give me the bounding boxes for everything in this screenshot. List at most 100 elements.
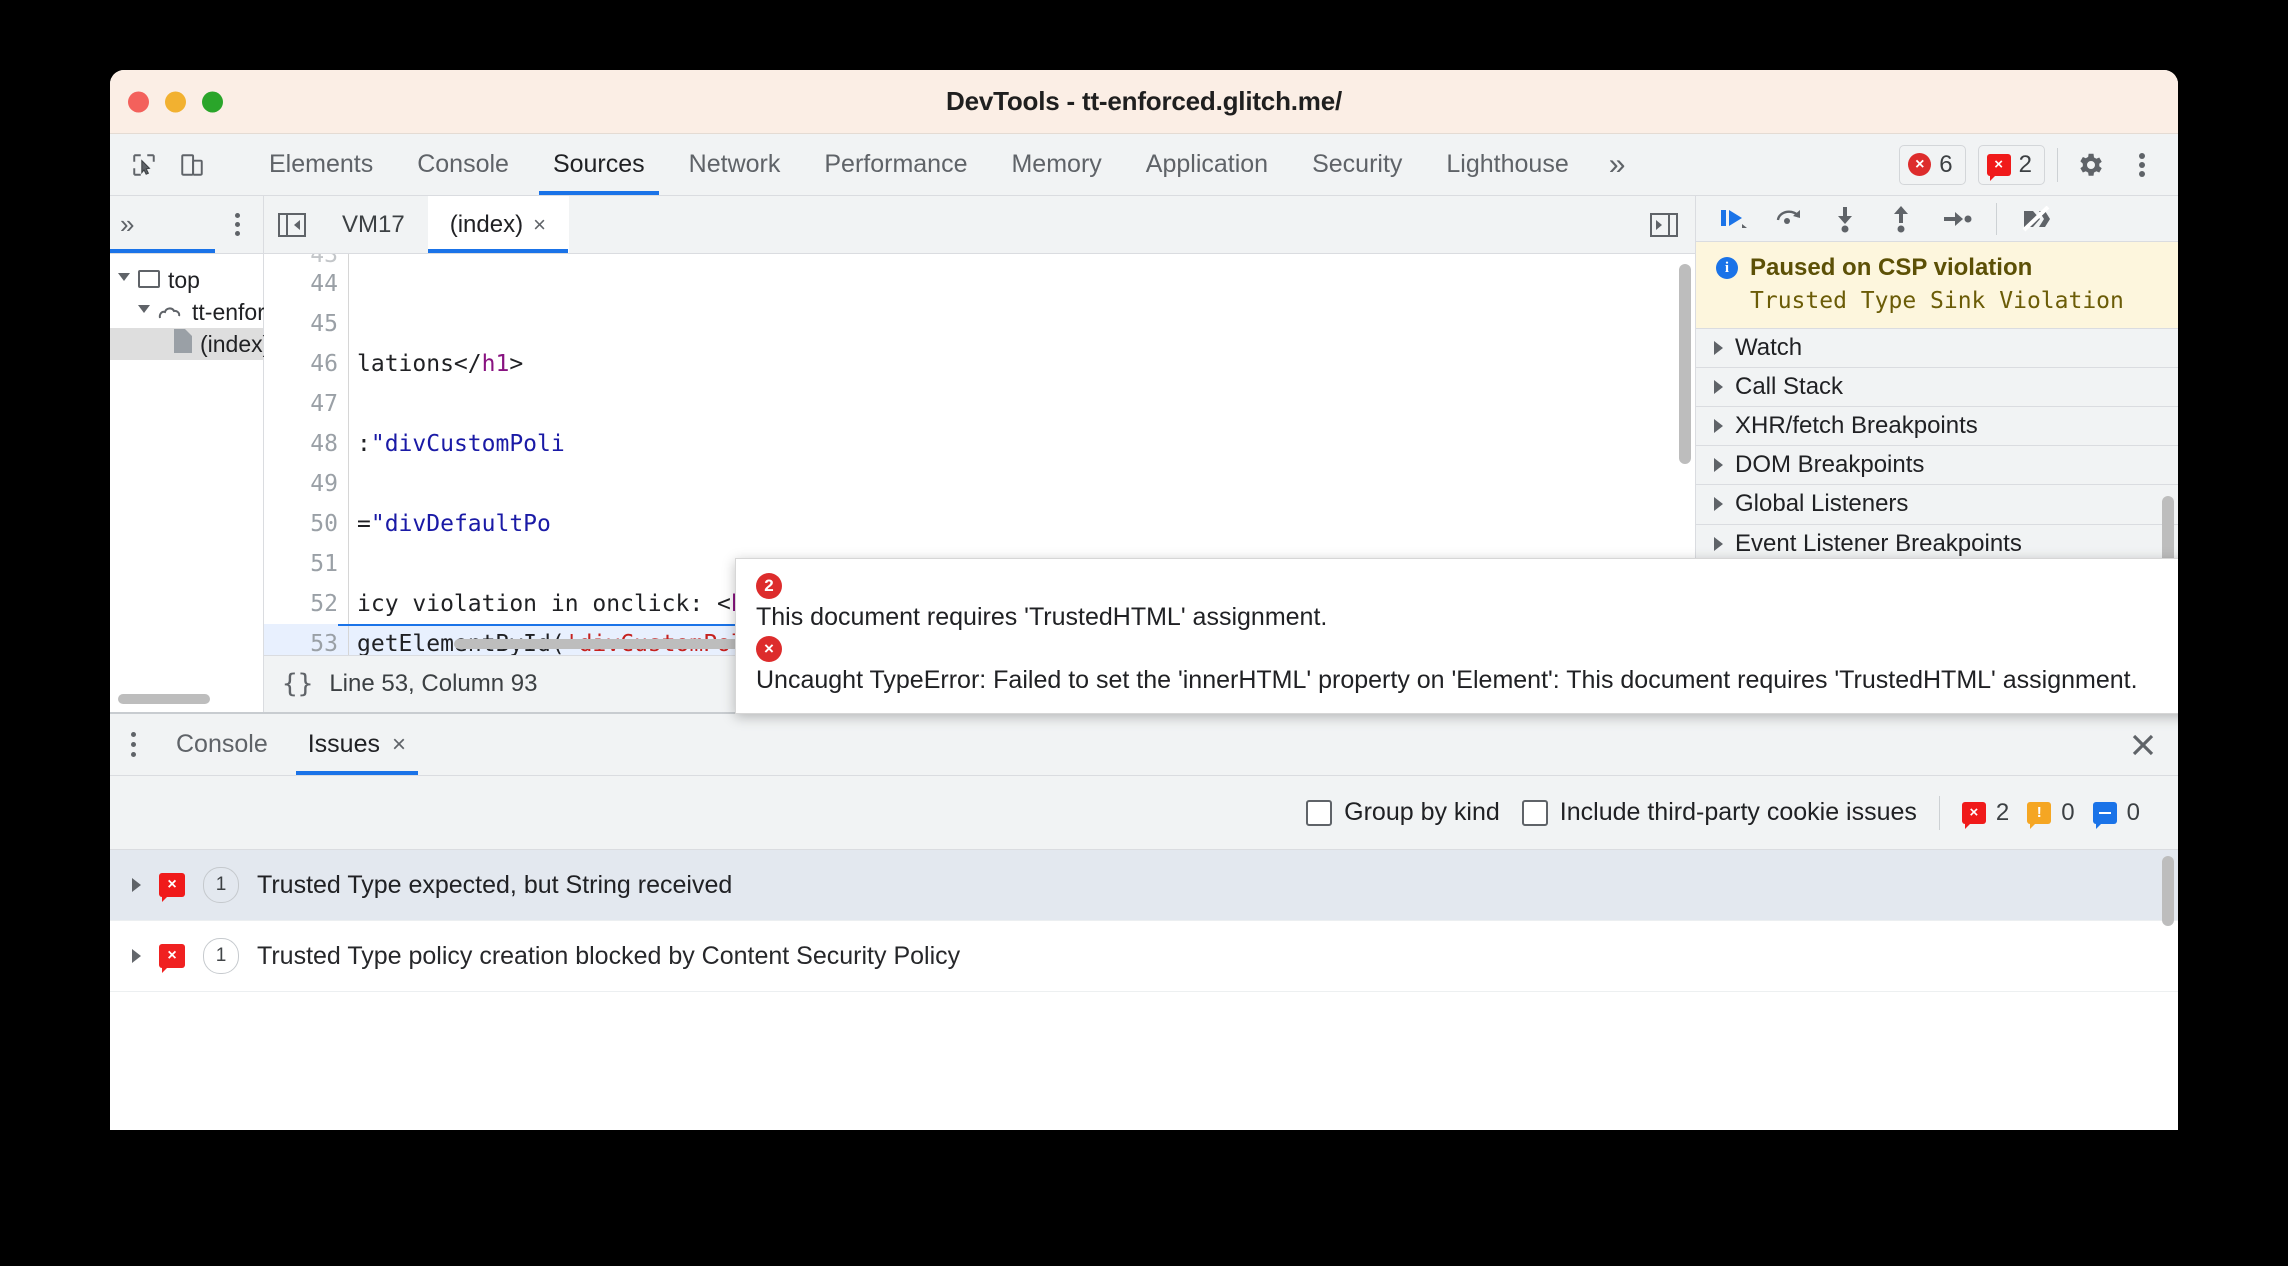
drawer-tab-issues[interactable]: Issues ×: [288, 714, 426, 775]
tab-elements[interactable]: Elements: [247, 134, 395, 195]
editor-tabstrip: VM17 (index) ×: [264, 196, 1695, 254]
paused-banner: i Paused on CSP violation Trusted Type S…: [1696, 242, 2178, 330]
editor-tab-vm17[interactable]: VM17: [320, 196, 428, 253]
window-titlebar: DevTools - tt-enforced.glitch.me/: [110, 70, 2178, 134]
editor-tab-index[interactable]: (index) ×: [427, 196, 569, 253]
editor-tab-label: VM17: [342, 210, 405, 238]
editor-tab-label: (index): [449, 210, 524, 238]
step-into-icon[interactable]: [1822, 198, 1868, 240]
section-label: XHR/fetch Breakpoints: [1735, 412, 1978, 440]
paused-subtitle: Trusted Type Sink Violation: [1750, 288, 2124, 315]
tab-application[interactable]: Application: [1124, 134, 1290, 195]
devtools-drawer: Console Issues × Group by kind Include t…: [110, 712, 2178, 1078]
step-over-icon[interactable]: [1766, 198, 1812, 240]
device-toggle-icon[interactable]: [172, 145, 212, 185]
maximize-window-button[interactable]: [202, 91, 223, 112]
issues-vertical-scrollbar[interactable]: [2162, 856, 2174, 926]
navigator-horizontal-scrollbar[interactable]: [118, 694, 210, 704]
page-tree: top tt-enforce (index): [110, 254, 289, 360]
pretty-print-icon[interactable]: {}: [282, 669, 313, 699]
code-line: 43: [264, 254, 1695, 264]
issues-info-count: 0: [2126, 798, 2140, 826]
expand-sidebar-icon[interactable]: [1633, 196, 1695, 253]
screenshot-root: DevTools - tt-enforced.glitch.me/ Elemen…: [0, 0, 2288, 1266]
tab-performance[interactable]: Performance: [802, 134, 989, 195]
chevron-right-icon: [1714, 380, 1723, 395]
chevron-right-icon[interactable]: [132, 949, 141, 963]
step-out-icon[interactable]: [1878, 198, 1924, 240]
inspect-cursor-icon[interactable]: [124, 145, 164, 185]
window-title: DevTools - tt-enforced.glitch.me/: [946, 86, 1342, 116]
line-text: ="divDefaultPo: [357, 511, 551, 537]
tooltip-count-badge: 2: [756, 573, 782, 599]
tab-sources[interactable]: Sources: [531, 134, 667, 195]
section-label: Watch: [1735, 334, 1803, 362]
code-line: 47: [264, 384, 1695, 424]
toolbar-right-divider: [2057, 147, 2058, 182]
close-icon[interactable]: ×: [392, 731, 406, 759]
more-tabs-icon[interactable]: »: [1591, 134, 1644, 195]
section-label: Call Stack: [1735, 373, 1844, 401]
issues-count-button[interactable]: × 2: [1977, 144, 2045, 185]
console-error-count-button[interactable]: × 6: [1899, 144, 1966, 185]
debugger-section-dom-breakpoints[interactable]: DOM Breakpoints: [1696, 446, 2178, 486]
toolbar-left-icons: [110, 134, 247, 195]
debugger-section-global-listeners[interactable]: Global Listeners: [1696, 485, 2178, 525]
step-icon[interactable]: [1934, 198, 1980, 240]
drawer-close-button[interactable]: [2108, 714, 2178, 775]
resume-icon[interactable]: [1710, 198, 1756, 240]
gear-icon[interactable]: [2070, 145, 2110, 185]
debugger-section-call-stack[interactable]: Call Stack: [1696, 368, 2178, 408]
close-window-button[interactable]: [128, 91, 149, 112]
chevron-right-icon[interactable]: [132, 878, 141, 892]
close-icon[interactable]: ×: [533, 212, 546, 238]
drawer-tab-console[interactable]: Console: [156, 714, 288, 775]
deactivate-breakpoints-icon[interactable]: [2013, 198, 2059, 240]
gutter-divider: [348, 384, 349, 424]
include-third-party-cookie-issues-checkbox[interactable]: Include third-party cookie issues: [1521, 798, 1917, 827]
line-number: 46: [310, 351, 338, 377]
tab-memory[interactable]: Memory: [989, 134, 1123, 195]
devtools-window: DevTools - tt-enforced.glitch.me/ Elemen…: [110, 70, 2178, 1130]
chevron-right-icon: [1714, 536, 1723, 551]
gutter-divider: [348, 304, 349, 344]
checkbox-label: Group by kind: [1344, 798, 1500, 826]
gutter-divider: [348, 544, 349, 584]
line-number: 49: [310, 471, 338, 497]
issue-count-badge: 1: [203, 867, 239, 903]
paused-title-row: i Paused on CSP violation: [1716, 254, 2178, 282]
editor-vertical-scrollbar[interactable]: [1679, 264, 1691, 464]
line-number: 44: [310, 271, 338, 297]
issues-toolbar: Group by kind Include third-party cookie…: [110, 776, 2178, 850]
issue-row[interactable]: × 1 Trusted Type policy creation blocked…: [110, 921, 2178, 992]
issue-row[interactable]: × 1 Trusted Type expected, but String re…: [110, 850, 2178, 921]
tree-item-label: (index): [200, 330, 271, 357]
debugger-section-watch[interactable]: Watch: [1696, 329, 2178, 369]
debugger-toolbar: [1696, 196, 2178, 243]
drawer-tab-label: Console: [176, 730, 268, 758]
debugger-section-xhr-breakpoints[interactable]: XHR/fetch Breakpoints: [1696, 407, 2178, 447]
navigator-menu-icon[interactable]: [223, 208, 251, 242]
minimize-window-button[interactable]: [165, 91, 186, 112]
tab-lighthouse[interactable]: Lighthouse: [1424, 134, 1590, 195]
tab-console[interactable]: Console: [395, 134, 531, 195]
tab-security[interactable]: Security: [1290, 134, 1424, 195]
kebab-menu-icon[interactable]: [2122, 145, 2162, 185]
tree-item-tt-enforce[interactable]: tt-enforce: [110, 296, 289, 328]
drawer-menu-icon[interactable]: [110, 714, 156, 775]
navigator-more-icon[interactable]: »: [120, 209, 134, 240]
issue-title: Trusted Type policy creation blocked by …: [257, 941, 961, 970]
cursor-position-label: Line 53, Column 93: [329, 670, 538, 697]
collapse-sidebar-icon[interactable]: [264, 196, 320, 253]
tree-item-label: top: [168, 266, 200, 293]
tree-item-top[interactable]: top: [110, 264, 263, 296]
cloud-icon: [158, 299, 184, 326]
tree-item-index[interactable]: (index): [110, 328, 270, 360]
group-by-kind-checkbox[interactable]: Group by kind: [1306, 798, 1500, 827]
chevron-right-icon: [1714, 458, 1723, 473]
issue-count-label: 2: [2018, 150, 2032, 178]
issues-counts: × 2 ! 0 0: [1961, 798, 2148, 829]
tab-network[interactable]: Network: [667, 134, 803, 195]
code-line: 45: [264, 304, 1695, 344]
tooltip-text: This document requires 'TrustedHTML' ass…: [756, 603, 1328, 631]
